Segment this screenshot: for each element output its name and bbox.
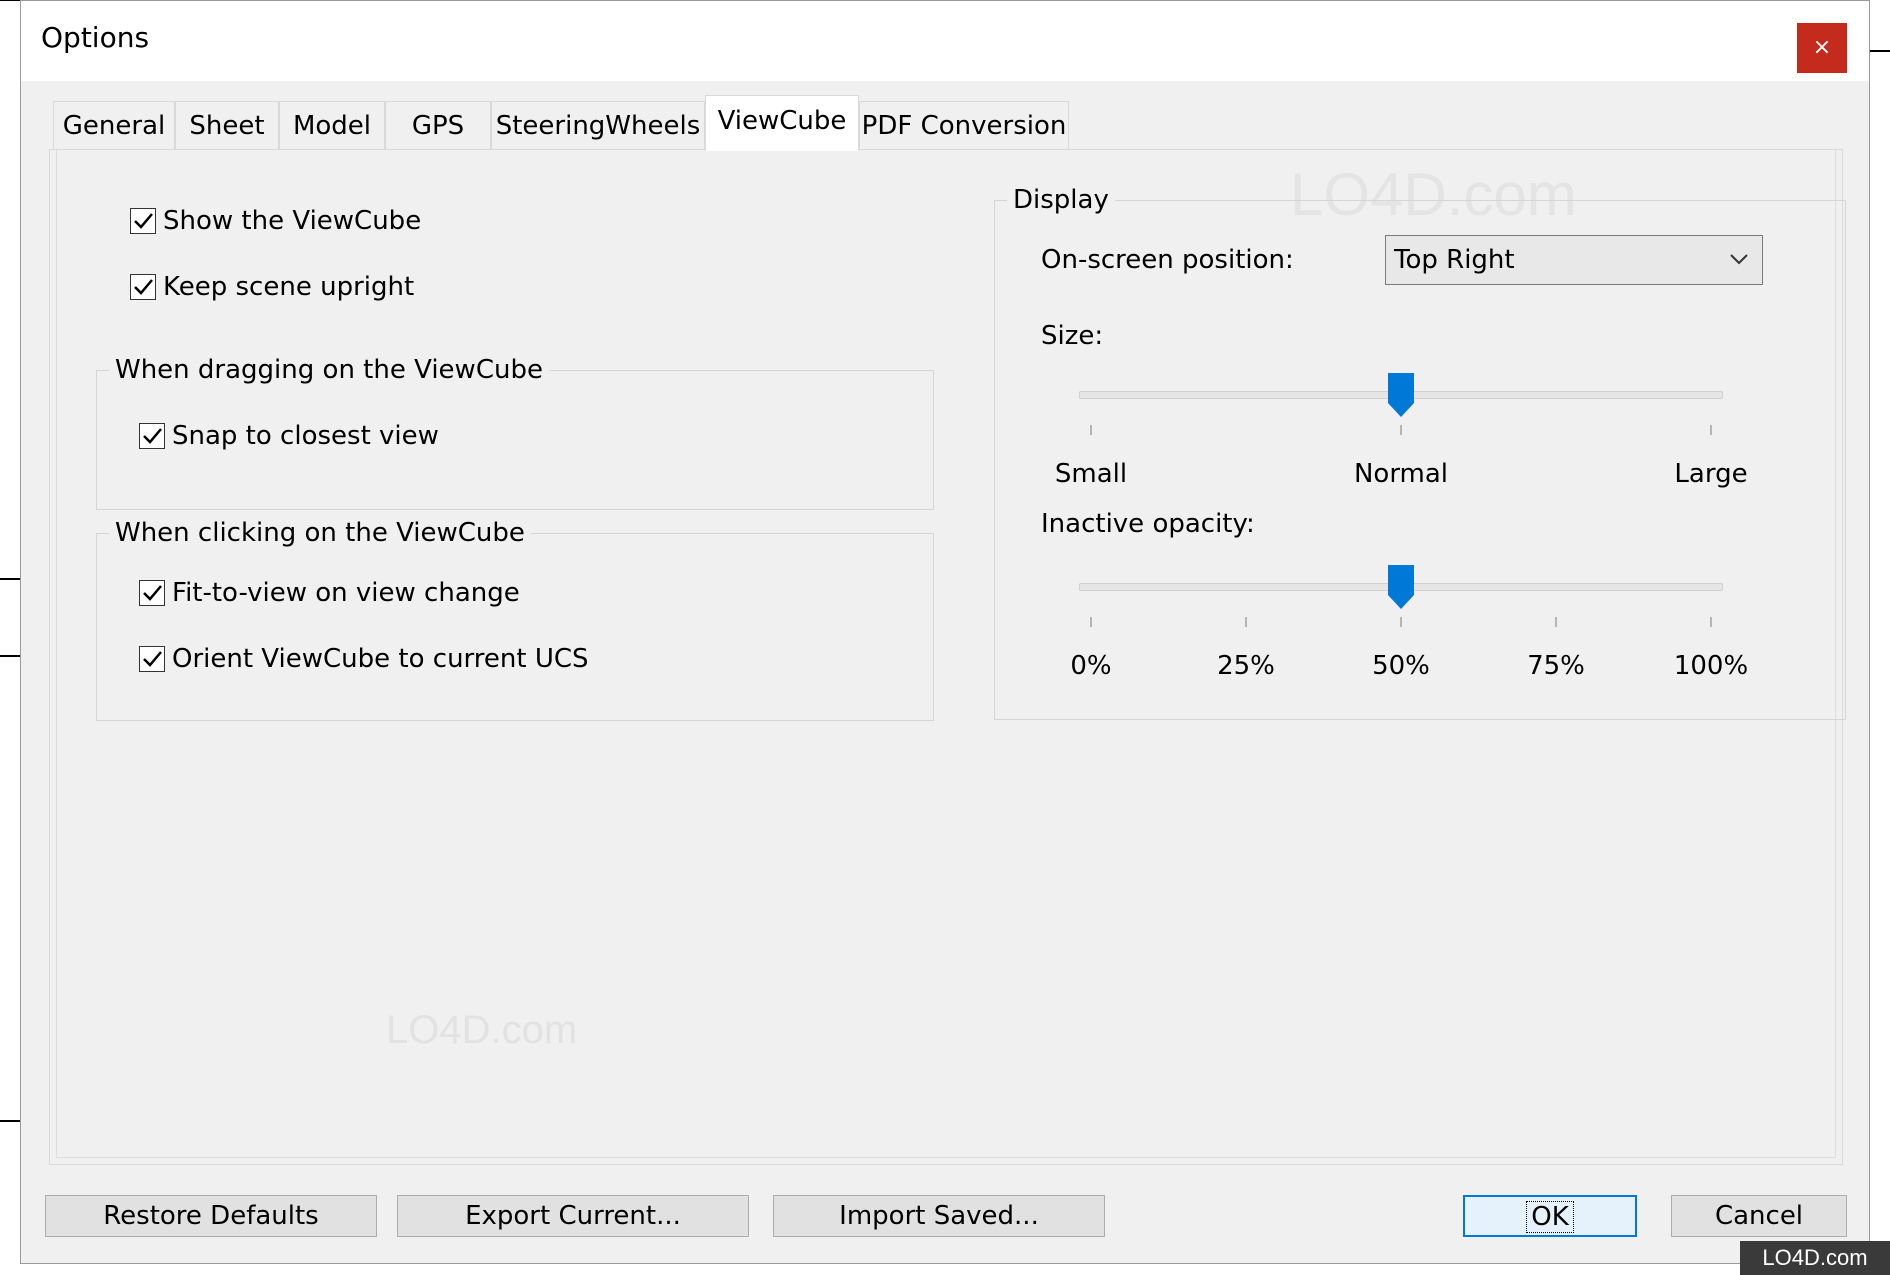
checkbox-box[interactable] bbox=[139, 580, 165, 606]
chevron-down-icon bbox=[1730, 254, 1748, 265]
slider-thumb-icon[interactable] bbox=[1387, 371, 1415, 421]
slider-thumb-icon[interactable] bbox=[1387, 563, 1415, 613]
opacity-slider-tick-label: 50% bbox=[1372, 651, 1430, 681]
check-icon bbox=[134, 279, 153, 295]
background-drawing-line bbox=[0, 655, 20, 657]
options-dialog: Options × General Sheet Model GPS Steeri… bbox=[20, 0, 1870, 1264]
background-drawing-line bbox=[0, 0, 20, 1]
tab-model[interactable]: Model bbox=[279, 101, 385, 149]
tab-general[interactable]: General bbox=[53, 101, 175, 149]
background-drawing-line bbox=[0, 1120, 20, 1122]
background-drawing-line bbox=[0, 578, 20, 580]
size-slider[interactable]: Small Normal Large bbox=[1055, 373, 1748, 501]
display-group-legend: Display bbox=[1007, 185, 1115, 215]
orient-ucs-checkbox[interactable]: Orient ViewCube to current UCS bbox=[139, 644, 589, 674]
ok-button[interactable]: OK bbox=[1463, 1195, 1637, 1237]
size-slider-tick bbox=[1400, 425, 1402, 435]
fit-to-view-checkbox[interactable]: Fit-to-view on view change bbox=[139, 578, 520, 608]
tab-viewcube[interactable]: ViewCube bbox=[705, 95, 859, 151]
keep-upright-checkbox[interactable]: Keep scene upright bbox=[130, 272, 414, 302]
opacity-slider-tick-label: 25% bbox=[1217, 651, 1275, 681]
export-current-button[interactable]: Export Current... bbox=[397, 1195, 749, 1237]
watermark-small: LO4D.com bbox=[386, 1008, 578, 1052]
size-slider-tick bbox=[1090, 425, 1092, 435]
opacity-slider-tick bbox=[1555, 617, 1557, 627]
size-slider-tick-label: Small bbox=[1054, 459, 1128, 489]
show-viewcube-checkbox[interactable]: Show the ViewCube bbox=[130, 206, 421, 236]
opacity-slider-tick bbox=[1090, 617, 1092, 627]
check-icon bbox=[143, 428, 162, 444]
tab-steeringwheels[interactable]: SteeringWheels bbox=[491, 101, 705, 149]
checkbox-box[interactable] bbox=[139, 646, 165, 672]
restore-defaults-button[interactable]: Restore Defaults bbox=[45, 1195, 377, 1237]
check-icon bbox=[143, 585, 162, 601]
position-label: On-screen position: bbox=[1041, 245, 1294, 275]
checkbox-box[interactable] bbox=[139, 423, 165, 449]
title-bar: Options × bbox=[21, 1, 1869, 81]
checkbox-box[interactable] bbox=[130, 274, 156, 300]
dragging-group: When dragging on the ViewCube Snap to cl… bbox=[96, 355, 934, 510]
opacity-slider-tick bbox=[1245, 617, 1247, 627]
size-slider-tick-label: Large bbox=[1674, 459, 1748, 489]
orient-ucs-label: Orient ViewCube to current UCS bbox=[172, 644, 589, 674]
close-button[interactable]: × bbox=[1797, 23, 1847, 73]
clicking-group-legend: When clicking on the ViewCube bbox=[109, 518, 531, 548]
window-title: Options bbox=[41, 21, 150, 54]
size-slider-tick-label: Normal bbox=[1353, 459, 1449, 489]
background-drawing-line bbox=[1870, 50, 1890, 52]
watermark-corner-logo: LO4D.com bbox=[1740, 1241, 1890, 1275]
dragging-group-legend: When dragging on the ViewCube bbox=[109, 355, 549, 385]
check-icon bbox=[134, 213, 153, 229]
size-label: Size: bbox=[1041, 321, 1104, 351]
tab-gps[interactable]: GPS bbox=[385, 101, 491, 149]
fit-to-view-label: Fit-to-view on view change bbox=[172, 578, 520, 608]
snap-closest-label: Snap to closest view bbox=[172, 421, 439, 451]
position-dropdown-value: Top Right bbox=[1394, 245, 1515, 275]
size-slider-tick bbox=[1710, 425, 1712, 435]
ok-button-label: OK bbox=[1526, 1201, 1574, 1233]
opacity-slider-tick-label: 0% bbox=[1070, 651, 1112, 681]
viewcube-tab-panel: LO4D.com LO4D.com Show the ViewCube Keep… bbox=[49, 149, 1846, 1165]
display-group: Display On-screen position: Top Right Si… bbox=[994, 185, 1846, 720]
cancel-button[interactable]: Cancel bbox=[1671, 1195, 1847, 1237]
clicking-group: When clicking on the ViewCube Fit-to-vie… bbox=[96, 518, 934, 721]
opacity-slider-tick-label: 100% bbox=[1673, 651, 1749, 681]
opacity-slider[interactable]: 0% 25% 50% 75% 100% bbox=[1070, 565, 1748, 693]
opacity-slider-tick bbox=[1400, 617, 1402, 627]
tab-sheet[interactable]: Sheet bbox=[175, 101, 279, 149]
import-saved-button[interactable]: Import Saved... bbox=[773, 1195, 1105, 1237]
opacity-slider-tick-label: 75% bbox=[1527, 651, 1585, 681]
checkbox-box[interactable] bbox=[130, 208, 156, 234]
opacity-slider-tick bbox=[1710, 617, 1712, 627]
position-dropdown[interactable]: Top Right bbox=[1385, 235, 1763, 285]
opacity-label: Inactive opacity: bbox=[1041, 509, 1255, 539]
tab-pdf-conversion[interactable]: PDF Conversion bbox=[859, 101, 1069, 149]
snap-closest-checkbox[interactable]: Snap to closest view bbox=[139, 421, 439, 451]
keep-upright-label: Keep scene upright bbox=[163, 272, 415, 302]
show-viewcube-label: Show the ViewCube bbox=[163, 206, 422, 236]
check-icon bbox=[143, 651, 162, 667]
